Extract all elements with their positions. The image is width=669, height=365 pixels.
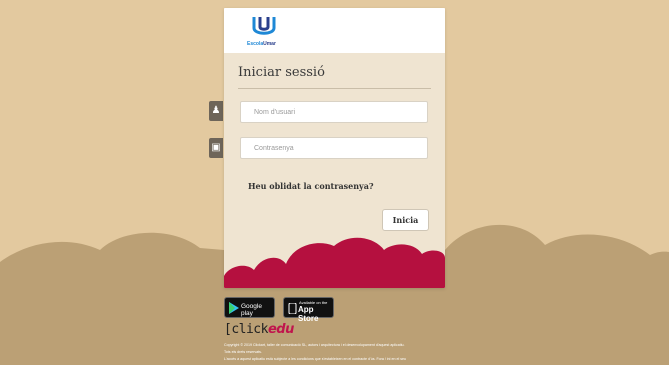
login-card: EscolaUmar Iniciar sessió Nom d'usuari C… — [224, 8, 445, 288]
app-store-badge[interactable]: Available on the App Store — [283, 297, 334, 323]
school-logo-text: EscolaUmar — [247, 41, 276, 47]
play-icon — [229, 302, 239, 314]
clickedu-logo-part1: [click — [224, 322, 268, 337]
google-play-label: Google play — [241, 303, 262, 317]
copyright-line-1: Copyright © 2019 Clickart, taller de com… — [224, 343, 405, 347]
app-store-label: App Store — [298, 305, 319, 323]
card-header: EscolaUmar — [224, 8, 445, 53]
clickedu-logo: [clickedu — [224, 322, 294, 337]
forgot-password-link[interactable]: Heu oblidat la contrasenya? — [248, 181, 374, 191]
decorative-clouds — [224, 237, 445, 288]
apple-icon — [288, 303, 297, 314]
copyright-line-2: Tots els drets reservats. — [224, 350, 262, 354]
title-divider — [238, 88, 431, 89]
lock-tab-icon: ▣ — [209, 138, 223, 158]
username-input[interactable]: Nom d'usuari — [240, 101, 428, 123]
copyright-line-3: L'accés a aquest aplicatiu està subjecte… — [224, 357, 407, 361]
password-input[interactable]: Contrasenya — [240, 137, 428, 159]
user-tab-icon: ♟ — [209, 101, 223, 121]
page-title: Iniciar sessió — [238, 65, 325, 80]
logo-text-part2: Umar — [263, 41, 276, 47]
school-logo-icon — [252, 17, 276, 35]
google-play-badge[interactable]: Google play — [224, 297, 275, 318]
clickedu-logo-part2: edu — [267, 322, 294, 337]
logo-text-part1: Escola — [247, 41, 264, 47]
